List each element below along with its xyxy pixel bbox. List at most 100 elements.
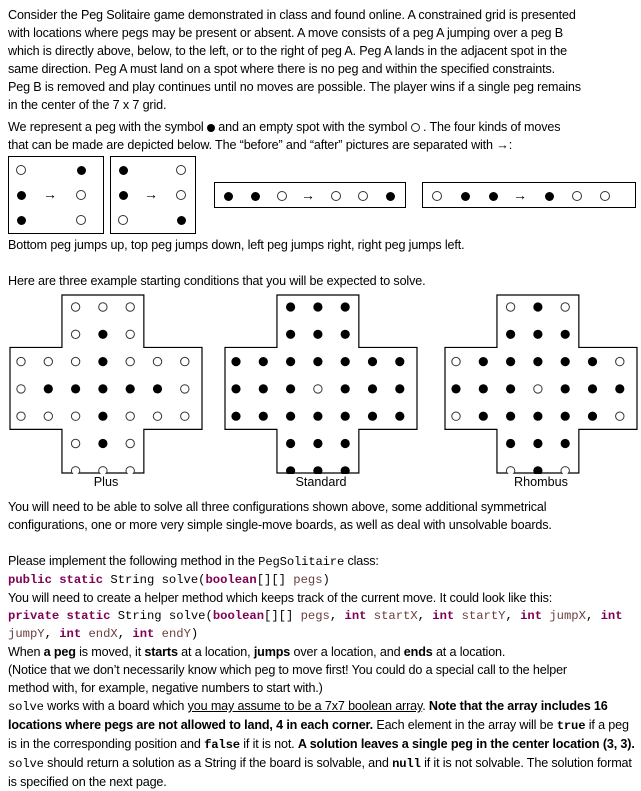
empty-spot-icon bbox=[76, 215, 86, 225]
peg-icon bbox=[258, 357, 268, 367]
move-description: When a peg is moved, it starts at a loca… bbox=[8, 643, 636, 661]
peg-icon bbox=[313, 411, 323, 421]
bold-text: jumps bbox=[253, 645, 291, 659]
empty-spot-icon bbox=[125, 466, 135, 474]
code-text: ) bbox=[322, 573, 330, 587]
empty-spot-icon bbox=[98, 302, 108, 312]
peg-icon bbox=[533, 411, 543, 421]
underlined-text: you may assume to be a 7x7 boolean array bbox=[187, 699, 423, 713]
keyword: public static bbox=[8, 573, 104, 587]
notice-line: method with, for example, negative numbe… bbox=[8, 681, 323, 695]
peg-icon bbox=[560, 357, 570, 367]
empty-spot-icon bbox=[432, 191, 442, 201]
code-false: false bbox=[204, 738, 240, 752]
peg-icon bbox=[506, 384, 516, 394]
empty-spot-icon bbox=[125, 438, 135, 449]
bold-text: A solution leaves a single peg in the ce… bbox=[297, 737, 635, 751]
symbols-paragraph: We represent a peg with the symbol and a… bbox=[8, 118, 636, 154]
code-text: , bbox=[329, 609, 345, 623]
empty-spot-icon bbox=[70, 329, 81, 339]
implement-text: Please implement the following method in… bbox=[8, 554, 259, 568]
peg-icon bbox=[478, 411, 488, 421]
peg-icon bbox=[395, 411, 405, 421]
peg-icon bbox=[118, 165, 128, 175]
examples-intro: Here are three example starting conditio… bbox=[8, 274, 426, 288]
peg-icon bbox=[231, 384, 241, 394]
intro-paragraph: Consider the Peg Solitaire game demonstr… bbox=[8, 6, 636, 114]
peg-icon bbox=[506, 411, 516, 421]
board-label: Rhombus bbox=[514, 475, 568, 489]
parameter: endY bbox=[154, 627, 191, 641]
empty-spot-icon bbox=[70, 411, 81, 421]
empty-spot-icon bbox=[615, 356, 625, 367]
notice-paragraph: (Notice that we don’t necessarily know w… bbox=[8, 661, 636, 697]
peg-icon bbox=[533, 357, 543, 367]
empty-spot-icon bbox=[152, 356, 163, 367]
bold-text: a peg bbox=[43, 645, 76, 659]
text: at a location, bbox=[177, 645, 254, 659]
peg-icon bbox=[313, 357, 323, 367]
peg-icon bbox=[340, 438, 350, 449]
empty-spot-icon bbox=[16, 384, 26, 394]
move-diagram-left-jumps-right: → bbox=[214, 182, 406, 208]
arrow-icon: → bbox=[513, 187, 527, 203]
empty-spot-icon bbox=[125, 329, 135, 339]
implement-instruction: Please implement the following method in… bbox=[8, 552, 636, 571]
solve-all-paragraph: You will need to be able to solve all th… bbox=[8, 498, 636, 534]
empty-spot-icon bbox=[572, 191, 582, 201]
board-label: Plus bbox=[93, 475, 119, 489]
peg-icon bbox=[98, 384, 108, 394]
peg-icon bbox=[488, 191, 498, 201]
peg-icon bbox=[176, 215, 186, 225]
peg-icon bbox=[125, 384, 135, 394]
empty-spot-icon bbox=[98, 466, 108, 474]
helper-intro: You will need to create a helper method … bbox=[8, 591, 553, 605]
public-signature: public static String solve(boolean[][] p… bbox=[8, 571, 636, 589]
peg-icon bbox=[118, 190, 128, 200]
board-svg bbox=[224, 294, 418, 474]
move-diagram-bottom-jumps-up: → bbox=[8, 156, 104, 234]
parameter: startX bbox=[366, 609, 418, 623]
moves-caption: Bottom peg jumps up, top peg jumps down,… bbox=[8, 238, 465, 252]
peg-icon bbox=[544, 191, 554, 201]
intro-line: which is directly above, below, to the l… bbox=[8, 44, 567, 58]
peg-icon bbox=[560, 384, 570, 394]
peg-icon bbox=[286, 329, 296, 339]
peg-icon bbox=[231, 411, 241, 421]
peg-icon bbox=[395, 357, 405, 367]
arrow-icon: → bbox=[43, 186, 57, 202]
arrow-icon: → bbox=[496, 138, 509, 152]
empty-spot-icon bbox=[16, 356, 26, 367]
text: . bbox=[422, 699, 429, 713]
solve-all-line: You will need to be able to solve all th… bbox=[8, 500, 547, 514]
board-svg bbox=[9, 294, 203, 474]
peg-icon bbox=[43, 384, 53, 394]
board-standard: Standard bbox=[224, 294, 418, 489]
peg-icon bbox=[560, 411, 570, 421]
peg-icon bbox=[340, 357, 350, 367]
code-text: , bbox=[505, 609, 521, 623]
peg-icon bbox=[286, 438, 296, 449]
code-true: true bbox=[556, 719, 586, 733]
peg-icon bbox=[533, 438, 543, 449]
notice-line: (Notice that we don’t necessarily know w… bbox=[8, 663, 567, 677]
peg-icon bbox=[98, 438, 108, 449]
empty-spot-icon bbox=[560, 302, 570, 312]
keyword: boolean bbox=[205, 573, 257, 587]
peg-icon bbox=[533, 466, 543, 474]
private-signature: private static String solve(boolean[][] … bbox=[8, 607, 636, 643]
peg-icon bbox=[340, 411, 350, 421]
empty-spot-icon bbox=[70, 302, 81, 312]
symbols-text: and an empty spot with the symbol bbox=[218, 120, 408, 134]
peg-icon bbox=[367, 357, 378, 367]
peg-icon bbox=[340, 384, 350, 394]
empty-spot-icon bbox=[505, 302, 516, 312]
peg-icon bbox=[286, 411, 296, 421]
peg-icon bbox=[231, 357, 241, 367]
peg-icon bbox=[16, 215, 26, 225]
peg-icon bbox=[313, 329, 323, 339]
peg-icon bbox=[313, 302, 323, 312]
peg-icon bbox=[560, 438, 570, 449]
empty-spot-icon bbox=[331, 191, 341, 201]
peg-icon bbox=[286, 466, 296, 474]
